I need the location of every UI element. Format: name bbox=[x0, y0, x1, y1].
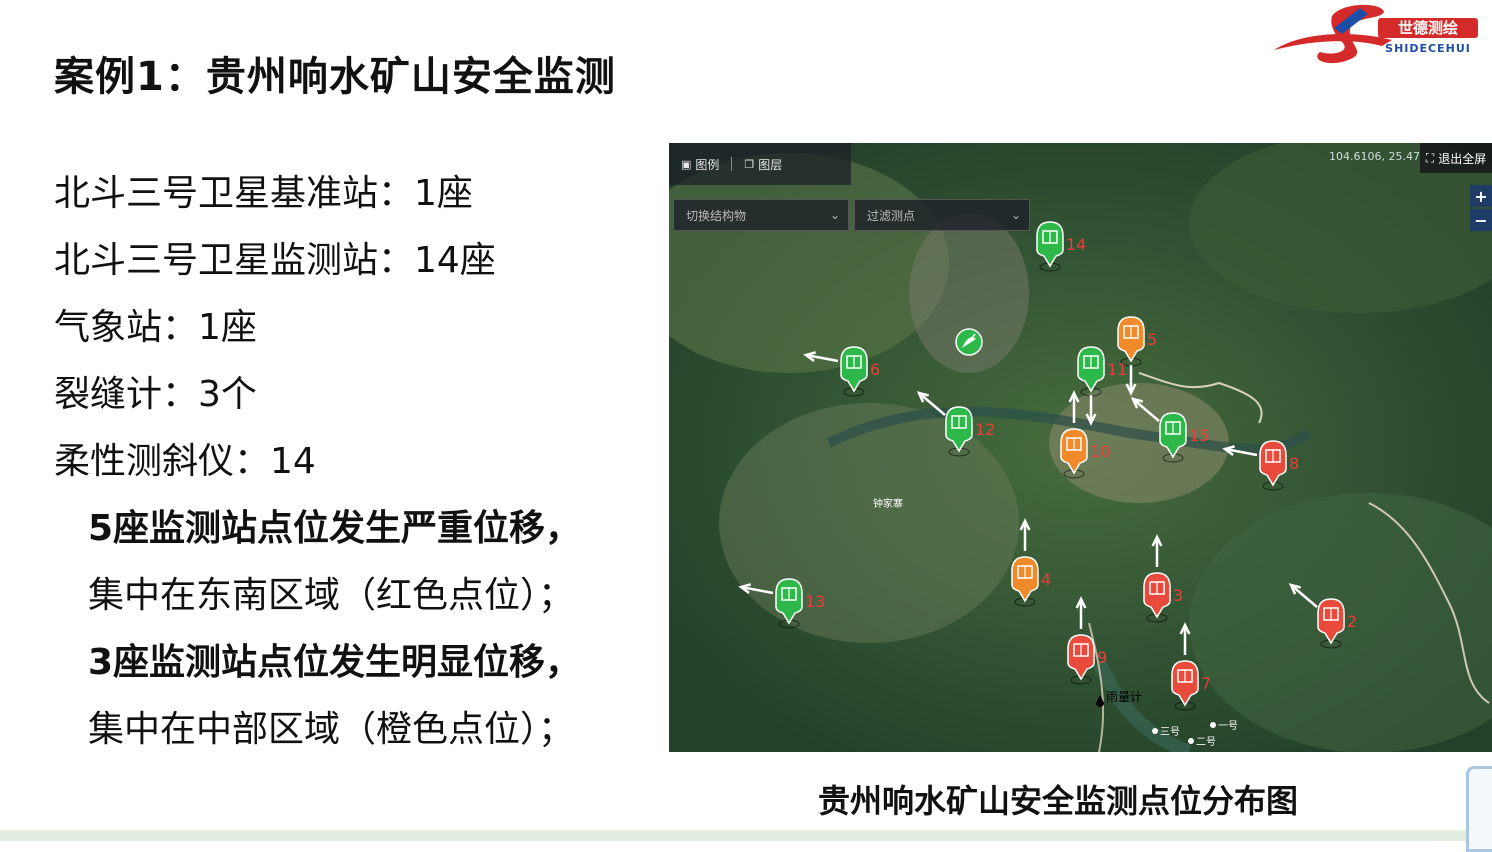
chevron-down-icon: ⌄ bbox=[1010, 208, 1021, 222]
zoom-in-button[interactable]: + bbox=[1470, 185, 1492, 207]
structure-select-value: 切换结构物 bbox=[686, 208, 747, 223]
list-item: 气象站：1座 bbox=[54, 307, 257, 348]
slide-title: 案例1：贵州响水矿山安全监测 bbox=[54, 54, 616, 100]
list-item: 北斗三号卫星监测站：14座 bbox=[54, 240, 496, 281]
svg-text:SHIDECEHUI: SHIDECEHUI bbox=[1385, 42, 1471, 55]
legend-button[interactable]: ▣ 图例 bbox=[669, 156, 731, 173]
list-item: 集中在中部区域（橙色点位）； bbox=[88, 709, 575, 750]
company-logo: 世德测绘 SHIDECEHUI bbox=[1274, 4, 1478, 64]
layers-button[interactable]: ❐ 图层 bbox=[732, 156, 794, 173]
list-item: 北斗三号卫星基准站：1座 bbox=[54, 173, 473, 214]
map-caption: 贵州响水矿山安全监测点位分布图 bbox=[818, 782, 1299, 820]
layers-icon: ❐ bbox=[744, 157, 755, 171]
footer-bar bbox=[0, 830, 1492, 841]
map-toolbar: ▣ 图例 ❐ 图层 bbox=[669, 143, 851, 185]
legend-icon: ▣ bbox=[681, 157, 692, 171]
list-item: 集中在东南区域（红色点位）； bbox=[88, 575, 575, 616]
exit-fullscreen-label: 退出全屏 bbox=[1438, 151, 1487, 166]
list-item: 3座监测站点位发生明显位移， bbox=[88, 642, 582, 683]
monitoring-summary-list: 北斗三号卫星基准站：1座 北斗三号卫星监测站：14座 气象站：1座 裂缝计：3个… bbox=[54, 160, 654, 763]
corner-widget bbox=[1466, 766, 1492, 852]
structure-select[interactable]: 切换结构物 ⌄ bbox=[673, 199, 849, 231]
fullscreen-icon: ⛶ bbox=[1425, 150, 1435, 165]
monitoring-map[interactable]: ▣ 图例 ❐ 图层 切换结构物 ⌄ 过滤测点 ⌄ 104.6106, 25.47… bbox=[669, 143, 1492, 752]
list-item: 柔性测斜仪：14 bbox=[54, 441, 316, 482]
point-filter-select-value: 过滤测点 bbox=[867, 208, 916, 223]
svg-text:世德测绘: 世德测绘 bbox=[1398, 19, 1458, 37]
coordinate-readout: 104.6106, 25.47 bbox=[1329, 150, 1420, 163]
exit-fullscreen-button[interactable]: ⛶ 退出全屏 bbox=[1420, 143, 1492, 173]
layers-label: 图层 bbox=[758, 157, 783, 172]
list-item: 裂缝计：3个 bbox=[54, 374, 257, 415]
list-item: 5座监测站点位发生严重位移， bbox=[88, 508, 582, 549]
legend-label: 图例 bbox=[695, 157, 720, 172]
zoom-out-button[interactable]: − bbox=[1470, 209, 1492, 231]
map-terrain bbox=[669, 143, 1492, 752]
point-filter-select[interactable]: 过滤测点 ⌄ bbox=[854, 199, 1030, 231]
chevron-down-icon: ⌄ bbox=[829, 208, 840, 222]
